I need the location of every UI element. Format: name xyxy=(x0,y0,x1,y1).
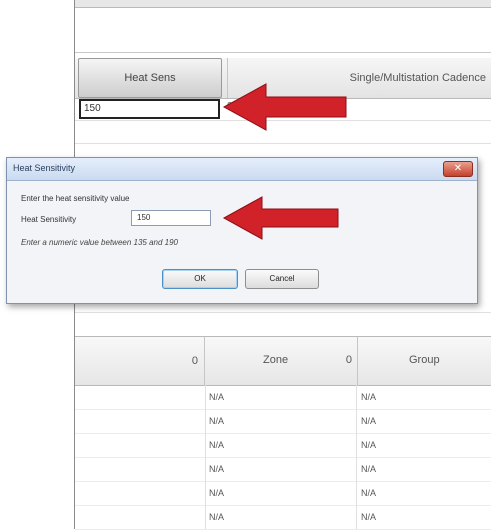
table-row[interactable]: N/A N/A xyxy=(75,481,491,506)
table-cell[interactable] xyxy=(75,433,206,457)
group-cell[interactable]: N/A xyxy=(358,505,491,529)
heat-sens-cell-editor[interactable]: 150 xyxy=(79,99,220,119)
zone-cell[interactable]: N/A xyxy=(206,481,357,505)
dialog-title-bar[interactable]: Heat Sensitivity ✕ xyxy=(7,158,477,181)
zone-cell[interactable]: N/A xyxy=(206,457,357,481)
table-row[interactable]: N/A N/A xyxy=(75,457,491,482)
dialog-prompt: Enter the heat sensitivity value xyxy=(21,194,130,203)
group-cell[interactable]: N/A xyxy=(358,457,491,481)
column-header-heat-sens[interactable]: Heat Sens xyxy=(78,58,222,98)
row-divider xyxy=(75,312,491,313)
sort-indicator: 0 xyxy=(345,354,352,366)
zone-cell[interactable]: N/A xyxy=(206,505,357,529)
grid-header-row-lower: 0 Zone 0 Group xyxy=(75,336,491,386)
close-icon[interactable]: ✕ xyxy=(443,161,473,177)
heat-sensitivity-label: Heat Sensitivity xyxy=(21,215,77,224)
column-header-unnamed[interactable]: 0 xyxy=(75,337,205,385)
table-cell[interactable] xyxy=(75,457,206,481)
zone-cell[interactable]: N/A xyxy=(206,409,357,433)
annotation-arrow-icon xyxy=(222,196,339,240)
cancel-button[interactable]: Cancel xyxy=(245,269,319,289)
table-cell[interactable] xyxy=(75,385,206,409)
zone-cell[interactable]: N/A xyxy=(206,385,357,409)
heat-sensitivity-input[interactable]: 150 xyxy=(131,210,211,226)
column-header-group[interactable]: Group xyxy=(357,337,491,385)
table-row[interactable]: N/A N/A xyxy=(75,505,491,530)
zone-cell[interactable]: N/A xyxy=(206,433,357,457)
column-header-zone[interactable]: Zone 0 xyxy=(205,337,358,385)
dialog-title: Heat Sensitivity xyxy=(13,163,76,173)
table-cell[interactable] xyxy=(75,481,206,505)
zone-header-label: Zone xyxy=(263,354,289,366)
table-row[interactable]: N/A N/A xyxy=(75,385,491,410)
group-header-label: Group xyxy=(409,354,440,366)
ok-button[interactable]: OK xyxy=(162,269,238,289)
sort-indicator: 0 xyxy=(191,355,198,367)
group-cell[interactable]: N/A xyxy=(358,433,491,457)
row-divider xyxy=(75,143,491,144)
group-cell[interactable]: N/A xyxy=(358,481,491,505)
toolbar-strip xyxy=(75,0,491,8)
table-row[interactable]: N/A N/A xyxy=(75,409,491,434)
table-row[interactable]: N/A N/A xyxy=(75,433,491,458)
table-cell[interactable] xyxy=(75,409,206,433)
table-cell[interactable] xyxy=(75,505,206,529)
group-cell[interactable]: N/A xyxy=(358,385,491,409)
annotation-arrow-icon xyxy=(222,83,347,131)
range-hint: Enter a numeric value between 135 and 19… xyxy=(21,238,178,247)
group-cell[interactable]: N/A xyxy=(358,409,491,433)
divider xyxy=(75,52,491,53)
